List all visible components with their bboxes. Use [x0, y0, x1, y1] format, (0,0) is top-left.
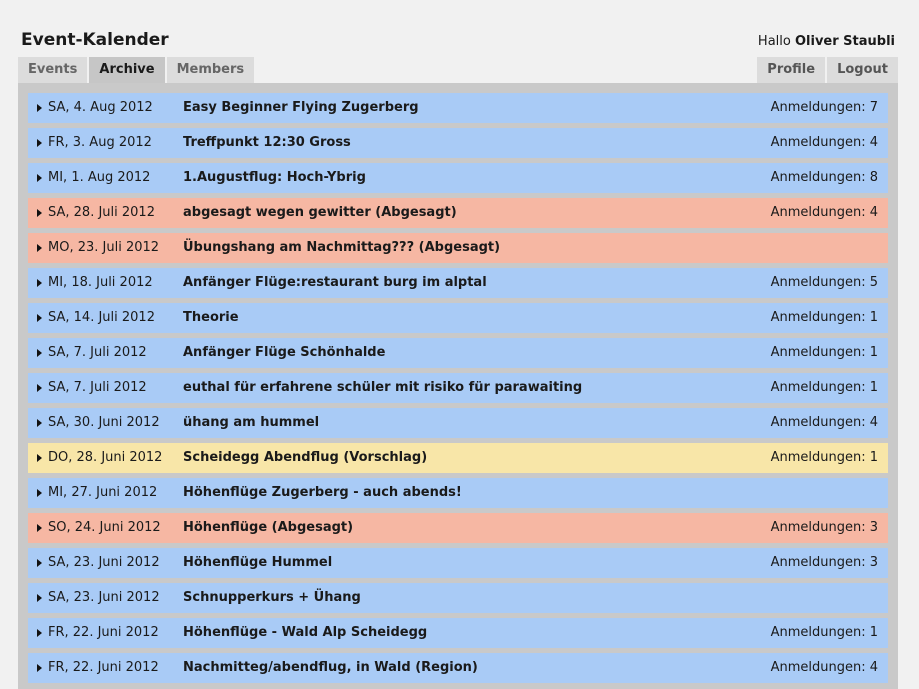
event-registrations: Anmeldungen: 4 [770, 415, 878, 430]
event-row[interactable]: SO, 24. Juni 2012 Höhenflüge (Abgesagt) … [28, 513, 888, 543]
page-title: Event-Kalender [21, 30, 169, 50]
expand-arrow-icon[interactable] [37, 594, 42, 602]
event-row[interactable]: MI, 1. Aug 2012 1.Augustflug: Hoch-Ybrig… [28, 163, 888, 193]
event-name: Treffpunkt 12:30 Gross [183, 135, 351, 150]
expand-arrow-icon[interactable] [37, 559, 42, 567]
event-date: SA, 14. Juli 2012 [48, 310, 155, 325]
event-row[interactable]: FR, 22. Juni 2012 Nachmitteg/abendflug, … [28, 653, 888, 683]
event-name: 1.Augustflug: Hoch-Ybrig [183, 170, 366, 185]
event-name: Höhenflüge Hummel [183, 555, 333, 570]
event-registrations: Anmeldungen: 4 [770, 660, 878, 675]
event-row[interactable]: SA, 30. Juni 2012 ühang am hummel Anmeld… [28, 408, 888, 438]
event-date: FR, 22. Juni 2012 [48, 660, 159, 675]
expand-arrow-icon[interactable] [37, 454, 42, 462]
event-row[interactable]: DO, 28. Juni 2012 Scheidegg Abendflug (V… [28, 443, 888, 473]
event-registrations: Anmeldungen: 5 [770, 275, 878, 290]
expand-arrow-icon[interactable] [37, 664, 42, 672]
tab-members[interactable]: Members [166, 57, 255, 83]
event-list: SA, 4. Aug 2012 Easy Beginner Flying Zug… [28, 93, 888, 688]
event-date: FR, 22. Juni 2012 [48, 625, 159, 640]
event-date: MI, 18. Juli 2012 [48, 275, 153, 290]
event-registrations: Anmeldungen: 1 [770, 380, 878, 395]
logout-button[interactable]: Logout [827, 57, 898, 83]
account-tabs: Profile Logout [757, 57, 898, 83]
event-date: SA, 30. Juni 2012 [48, 415, 160, 430]
event-name: abgesagt wegen gewitter (Abgesagt) [183, 205, 457, 220]
tab-events[interactable]: Events [18, 57, 88, 83]
greeting-prefix: Hallo [757, 34, 791, 49]
event-row[interactable]: SA, 7. Juli 2012 euthal für erfahrene sc… [28, 373, 888, 403]
event-name: Übungshang am Nachmittag??? (Abgesagt) [183, 240, 501, 255]
event-name: Anfänger Flüge Schönhalde [183, 345, 386, 360]
event-row[interactable]: FR, 22. Juni 2012 Höhenflüge - Wald Alp … [28, 618, 888, 648]
event-date: FR, 3. Aug 2012 [48, 135, 152, 150]
event-row[interactable]: SA, 4. Aug 2012 Easy Beginner Flying Zug… [28, 93, 888, 123]
event-row[interactable]: MI, 27. Juni 2012 Höhenflüge Zugerberg -… [28, 478, 888, 508]
event-name: euthal für erfahrene schüler mit risiko … [183, 380, 583, 395]
expand-arrow-icon[interactable] [37, 349, 42, 357]
event-calendar-app: Event-Kalender Hallo Oliver Staubli Even… [0, 0, 919, 689]
event-date: MO, 23. Juli 2012 [48, 240, 160, 255]
event-row[interactable]: MO, 23. Juli 2012 Übungshang am Nachmitt… [28, 233, 888, 263]
event-name: Anfänger Flüge:restaurant burg im alptal [183, 275, 487, 290]
user-name: Oliver Staubli [794, 34, 895, 49]
expand-arrow-icon[interactable] [37, 279, 42, 287]
event-date: MI, 1. Aug 2012 [48, 170, 151, 185]
event-name: Easy Beginner Flying Zugerberg [183, 100, 419, 115]
event-name: Schnupperkurs + Ühang [183, 590, 361, 605]
event-row[interactable]: FR, 3. Aug 2012 Treffpunkt 12:30 Gross A… [28, 128, 888, 158]
event-name: Höhenflüge - Wald Alp Scheidegg [183, 625, 428, 640]
event-registrations: Anmeldungen: 4 [770, 135, 878, 150]
event-name: Nachmitteg/abendflug, in Wald (Region) [183, 660, 478, 675]
event-date: MI, 27. Juni 2012 [48, 485, 158, 500]
event-date: SA, 4. Aug 2012 [48, 100, 153, 115]
event-registrations: Anmeldungen: 8 [770, 170, 878, 185]
event-registrations: Anmeldungen: 1 [770, 345, 878, 360]
event-registrations: Anmeldungen: 1 [770, 450, 878, 465]
expand-arrow-icon[interactable] [37, 314, 42, 322]
event-row[interactable]: SA, 23. Juni 2012 Schnupperkurs + Ühang [28, 583, 888, 613]
event-name: Höhenflüge Zugerberg - auch abends! [183, 485, 462, 500]
expand-arrow-icon[interactable] [37, 419, 42, 427]
event-row[interactable]: SA, 23. Juni 2012 Höhenflüge Hummel Anme… [28, 548, 888, 578]
event-date: SA, 23. Juni 2012 [48, 590, 160, 605]
event-registrations: Anmeldungen: 1 [770, 310, 878, 325]
event-name: Höhenflüge (Abgesagt) [183, 520, 354, 535]
event-registrations: Anmeldungen: 1 [770, 625, 878, 640]
event-date: SA, 28. Juli 2012 [48, 205, 155, 220]
event-date: DO, 28. Juni 2012 [48, 450, 163, 465]
event-name: ühang am hummel [183, 415, 320, 430]
event-row[interactable]: MI, 18. Juli 2012 Anfänger Flüge:restaur… [28, 268, 888, 298]
expand-arrow-icon[interactable] [37, 139, 42, 147]
event-row[interactable]: SA, 28. Juli 2012 abgesagt wegen gewitte… [28, 198, 888, 228]
event-date: SA, 23. Juni 2012 [48, 555, 160, 570]
main-tabs: Events Archive Members [18, 57, 255, 83]
event-registrations: Anmeldungen: 3 [770, 555, 878, 570]
expand-arrow-icon[interactable] [37, 104, 42, 112]
expand-arrow-icon[interactable] [37, 489, 42, 497]
profile-button[interactable]: Profile [757, 57, 826, 83]
expand-arrow-icon[interactable] [37, 174, 42, 182]
event-name: Theorie [183, 310, 239, 325]
event-name: Scheidegg Abendflug (Vorschlag) [183, 450, 428, 465]
expand-arrow-icon[interactable] [37, 524, 42, 532]
event-row[interactable]: SA, 14. Juli 2012 Theorie Anmeldungen: 1 [28, 303, 888, 333]
event-date: SA, 7. Juli 2012 [48, 380, 147, 395]
expand-arrow-icon[interactable] [37, 629, 42, 637]
event-registrations: Anmeldungen: 3 [770, 520, 878, 535]
event-row[interactable]: SA, 7. Juli 2012 Anfänger Flüge Schönhal… [28, 338, 888, 368]
tab-archive[interactable]: Archive [89, 57, 165, 83]
event-registrations: Anmeldungen: 7 [770, 100, 878, 115]
archive-panel: SA, 4. Aug 2012 Easy Beginner Flying Zug… [18, 83, 898, 689]
expand-arrow-icon[interactable] [37, 244, 42, 252]
event-date: SO, 24. Juni 2012 [48, 520, 161, 535]
user-greeting: Hallo Oliver Staubli [758, 34, 895, 50]
expand-arrow-icon[interactable] [37, 384, 42, 392]
event-date: SA, 7. Juli 2012 [48, 345, 147, 360]
event-registrations: Anmeldungen: 4 [770, 205, 878, 220]
expand-arrow-icon[interactable] [37, 209, 42, 217]
